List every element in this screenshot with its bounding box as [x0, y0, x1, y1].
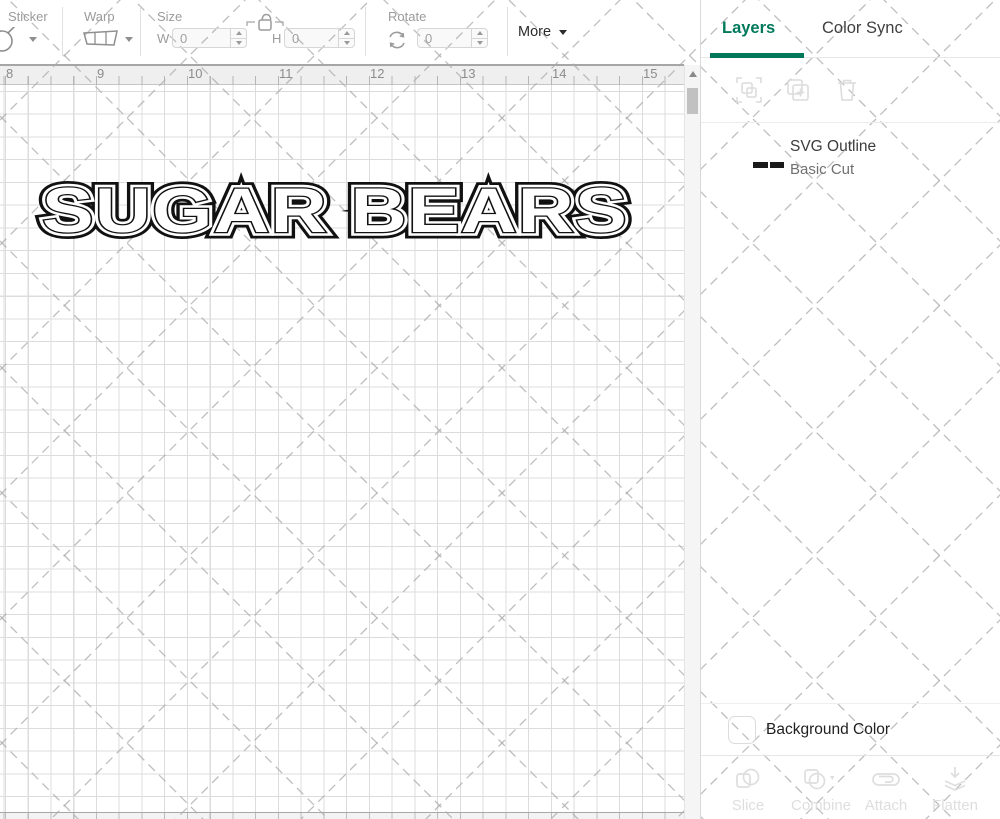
toolbar-divider: [140, 7, 141, 56]
ruler-ticks: [0, 76, 684, 85]
attach-button[interactable]: Attach: [855, 764, 917, 814]
warp-section-label: Warp: [84, 9, 115, 24]
size-section-label: Size: [157, 9, 182, 24]
trash-icon: [833, 76, 861, 104]
height-label: H: [272, 31, 281, 46]
toolbar-divider: [365, 7, 366, 56]
attach-label: Attach: [855, 797, 917, 814]
group-icon: [735, 76, 763, 104]
sticker-section-label: Sticker: [8, 9, 48, 24]
step-up-icon: [344, 31, 350, 35]
app-window: Sticker Warp Size W H Ro: [0, 0, 1000, 819]
layer-thumbnail: [753, 156, 784, 174]
canvas-bottom-ruler: [0, 812, 684, 819]
step-up-icon: [477, 31, 483, 35]
layer-title: SVG Outline: [790, 138, 876, 156]
toolbar-divider: [507, 7, 508, 56]
rotate-section-label: Rotate: [388, 9, 426, 24]
step-down-icon: [477, 41, 483, 45]
design-object-sugar-bears[interactable]: SUGAR BEARS SUGAR BEARS SUGAR BEARS: [0, 170, 700, 252]
toolbar-divider: [62, 7, 63, 56]
step-down-icon: [344, 41, 350, 45]
slice-button[interactable]: Slice: [718, 764, 778, 814]
flatten-icon: [942, 766, 968, 792]
flatten-button[interactable]: Flatten: [922, 764, 988, 814]
scrollbar-thumb[interactable]: [687, 88, 698, 114]
layer-row-svg-outline[interactable]: SVG Outline Basic Cut: [701, 130, 1000, 186]
sticker-button[interactable]: [0, 27, 41, 53]
delete-layer-button[interactable]: [833, 76, 861, 104]
width-label: W: [157, 31, 169, 46]
rotate-input[interactable]: [417, 28, 471, 48]
combine-icon: [803, 767, 839, 791]
rotate-icon: [386, 29, 408, 51]
duplicate-icon: [784, 76, 812, 104]
warp-icon: [82, 29, 120, 49]
slice-icon: [735, 767, 761, 791]
design-text: SUGAR BEARS: [42, 176, 628, 246]
chevron-down-icon: [559, 30, 567, 35]
panel-divider: [701, 122, 1000, 123]
warp-button[interactable]: [82, 29, 138, 51]
tab-color-sync[interactable]: Color Sync: [822, 19, 903, 38]
more-label: More: [518, 24, 551, 40]
step-up-icon: [236, 31, 242, 35]
panel-divider: [701, 755, 1000, 756]
active-tab-underline: [710, 53, 804, 58]
chevron-down-icon: [29, 37, 37, 42]
rotate-stepper[interactable]: [471, 28, 488, 48]
more-button[interactable]: More: [518, 24, 567, 40]
scroll-up-arrow-icon[interactable]: [689, 71, 697, 77]
height-stepper[interactable]: [338, 28, 355, 48]
group-layers-button[interactable]: [735, 76, 763, 104]
width-stepper[interactable]: [230, 28, 247, 48]
height-input[interactable]: [284, 28, 338, 48]
duplicate-layer-button[interactable]: [784, 76, 812, 104]
combine-button[interactable]: Combine: [788, 764, 854, 814]
layer-subtitle: Basic Cut: [790, 161, 854, 178]
background-color-label: Background Color: [766, 721, 890, 739]
background-color-swatch[interactable]: [728, 716, 756, 744]
step-down-icon: [236, 41, 242, 45]
attach-icon: [871, 767, 901, 791]
slice-label: Slice: [718, 797, 778, 814]
chevron-down-icon: [125, 37, 133, 42]
tab-layers[interactable]: Layers: [722, 19, 775, 38]
flatten-label: Flatten: [922, 797, 988, 814]
panel-divider: [701, 703, 1000, 704]
width-input[interactable]: [172, 28, 230, 48]
combine-label: Combine: [788, 797, 854, 814]
